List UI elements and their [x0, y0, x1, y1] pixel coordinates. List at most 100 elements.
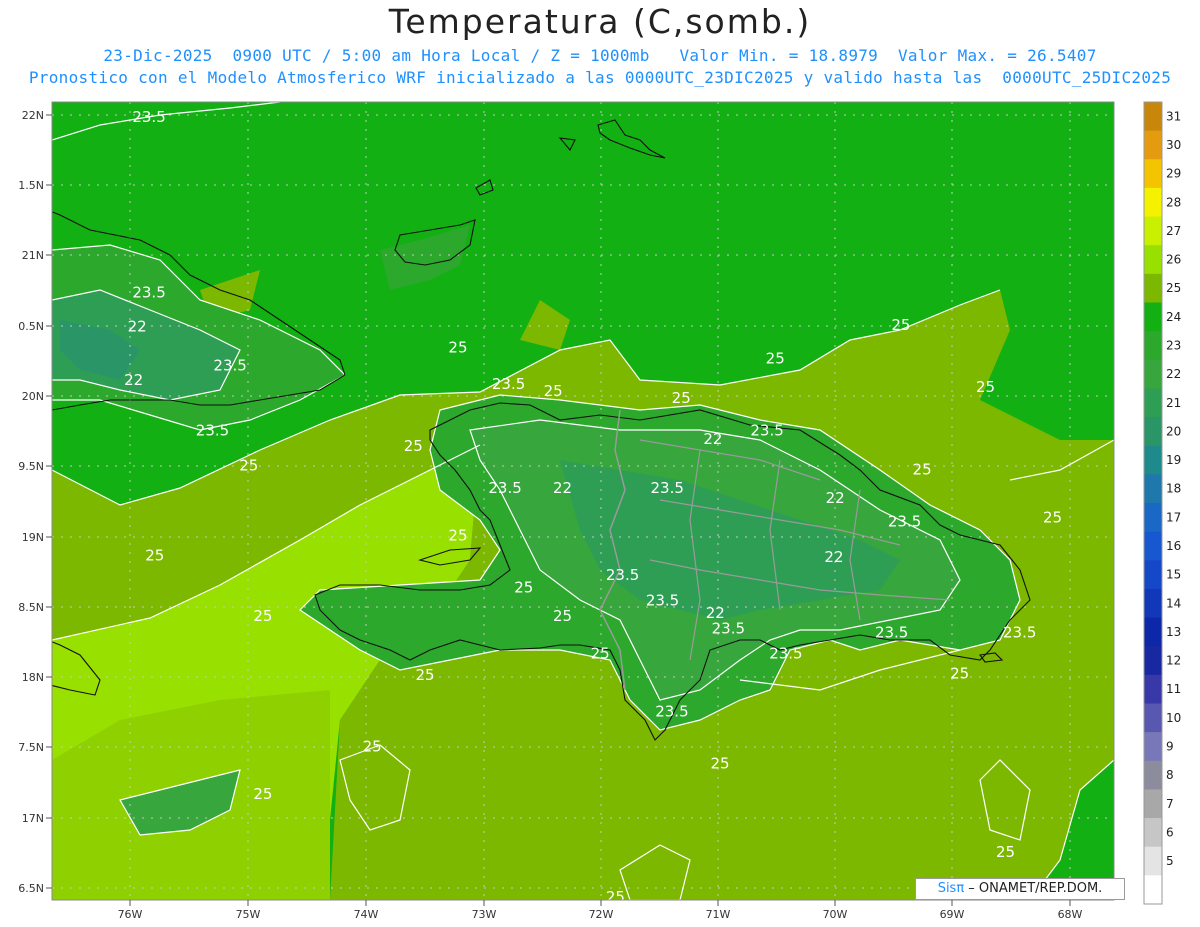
contour-label: 25 [253, 607, 272, 625]
lon-tick-label: 68W [1058, 908, 1083, 921]
contour-label: 25 [766, 350, 785, 368]
contour-label: 25 [891, 316, 910, 334]
colorbar-swatch [1144, 674, 1162, 704]
lon-tick-label: 69W [940, 908, 965, 921]
colorbar-swatch [1144, 359, 1162, 389]
lat-tick-label: 19N [22, 531, 44, 544]
colorbar-label: 10 [1166, 711, 1181, 725]
contour-label: 25 [950, 664, 969, 682]
contour-label: 25 [544, 382, 563, 400]
colorbar-swatch [1144, 588, 1162, 619]
contour-label: 25 [145, 546, 164, 564]
contour-label: 23.5 [132, 108, 165, 126]
lon-tick-label: 71W [706, 908, 731, 921]
lon-tick-label: 74W [354, 908, 379, 921]
contour-label: 23.5 [712, 619, 745, 637]
colorbar-label: 27 [1166, 224, 1181, 238]
colorbar-label: 8 [1166, 768, 1174, 782]
contour-label: 22 [824, 548, 843, 566]
colorbar-swatch [1144, 445, 1162, 475]
contour-label: 25 [976, 378, 995, 396]
colorbar: 31 30 29 28 27 26 25 24 23 22 21 20 19 18 17 16 15 14 13 12… [1143, 101, 1181, 905]
colorbar-swatch [1144, 503, 1162, 533]
lon-tick-label: 76W [118, 908, 143, 921]
contour-label: 23.5 [1003, 624, 1036, 642]
colorbar-swatch [1144, 560, 1162, 590]
longitude-axis: 76W 75W 74W 73W 72W 71W 70W 69W 68W [118, 900, 1083, 921]
contour-label: 23.5 [655, 702, 688, 720]
colorbar-label: 15 [1166, 568, 1181, 582]
colorbar-label: 16 [1166, 539, 1181, 553]
lat-tick-label: 22N [22, 109, 44, 122]
contour-label: 25 [514, 579, 533, 597]
subtitle-model-info: Pronostico con el Modelo Atmosferico WRF… [28, 68, 1172, 87]
colorbar-label: 5 [1166, 854, 1174, 868]
lon-tick-label: 73W [472, 908, 497, 921]
contour-label: 25 [448, 338, 467, 356]
lat-tick-label: 9.5N [18, 460, 44, 473]
contour-label: 25 [239, 456, 258, 474]
colorbar-swatch [1144, 187, 1162, 218]
contour-label: 25 [448, 527, 467, 545]
map-title: Temperatura (C,somb.) [388, 2, 812, 41]
lat-tick-label: 18N [22, 671, 44, 684]
colorbar-swatch [1144, 302, 1162, 332]
colorbar-label: 11 [1166, 682, 1181, 696]
contour-label: 23.5 [132, 284, 165, 302]
colorbar-label: 14 [1166, 596, 1181, 610]
colorbar-label: 31 [1166, 109, 1181, 123]
contour-label: 25 [404, 437, 423, 455]
contour-label: 25 [1043, 508, 1062, 526]
colorbar-label: 30 [1166, 138, 1181, 152]
contour-label: 23.5 [492, 375, 525, 393]
contour-label: 25 [416, 666, 435, 684]
lat-tick-label: 0.5N [18, 320, 44, 333]
contour-label: 25 [591, 645, 610, 663]
contour-label: 22 [124, 371, 143, 389]
colorbar-swatch [1144, 703, 1162, 733]
contour-label: 22 [553, 479, 572, 497]
colorbar-swatch [1144, 846, 1162, 876]
colorbar-label: 17 [1166, 510, 1181, 524]
lat-tick-label: 7.5N [18, 741, 44, 754]
colorbar-swatch [1144, 646, 1162, 676]
colorbar-swatch [1144, 130, 1162, 160]
colorbar-label: 21 [1166, 396, 1181, 410]
contour-label: 23.5 [488, 479, 521, 497]
contour-label: 23.5 [196, 421, 229, 439]
contour-label: 23.5 [606, 566, 639, 584]
contour-label: 22 [703, 430, 722, 448]
contour-label: 25 [553, 607, 572, 625]
contour-label: 22 [826, 489, 845, 507]
credit-brand: Sisπ [937, 881, 965, 896]
contour-label: 23.5 [888, 513, 921, 531]
colorbar-label: 29 [1166, 167, 1181, 181]
colorbar-label: 12 [1166, 654, 1181, 668]
lat-tick-label: 1.5N [18, 179, 44, 192]
contour-label: 22 [128, 317, 147, 335]
colorbar-label: 26 [1166, 253, 1181, 267]
contour-label: 25 [606, 888, 625, 906]
contour-label: 23.5 [769, 645, 802, 663]
colorbar-label: 28 [1166, 195, 1181, 209]
latitude-axis: 22N 1.5N 21N 0.5N 20N 9.5N 19N 8.5N 18N 7.5N 17N 6.… [18, 109, 52, 895]
colorbar-swatch [1144, 273, 1162, 303]
contour-label: 25 [996, 843, 1015, 861]
contour-label: 23.5 [750, 421, 783, 439]
header: Temperatura (C,somb.) 23-Dic-2025 0900 U… [0, 0, 1200, 100]
colorbar-label: 13 [1166, 625, 1181, 639]
colorbar-label: 24 [1166, 310, 1181, 324]
colorbar-swatch [1144, 388, 1162, 418]
lon-tick-label: 72W [589, 908, 614, 921]
credit-text: – ONAMET/REP.DOM. [964, 881, 1103, 896]
colorbar-swatch [1144, 875, 1162, 905]
contour-label: 25 [913, 461, 932, 479]
colorbar-swatch [1144, 102, 1162, 132]
contour-label: 25 [710, 754, 729, 772]
colorbar-label: 7 [1166, 797, 1174, 811]
lon-tick-label: 70W [823, 908, 848, 921]
lon-tick-label: 75W [236, 908, 261, 921]
colorbar-label: 20 [1166, 424, 1181, 438]
contour-label: 23.5 [875, 624, 908, 642]
lat-tick-label: 20N [22, 390, 44, 403]
